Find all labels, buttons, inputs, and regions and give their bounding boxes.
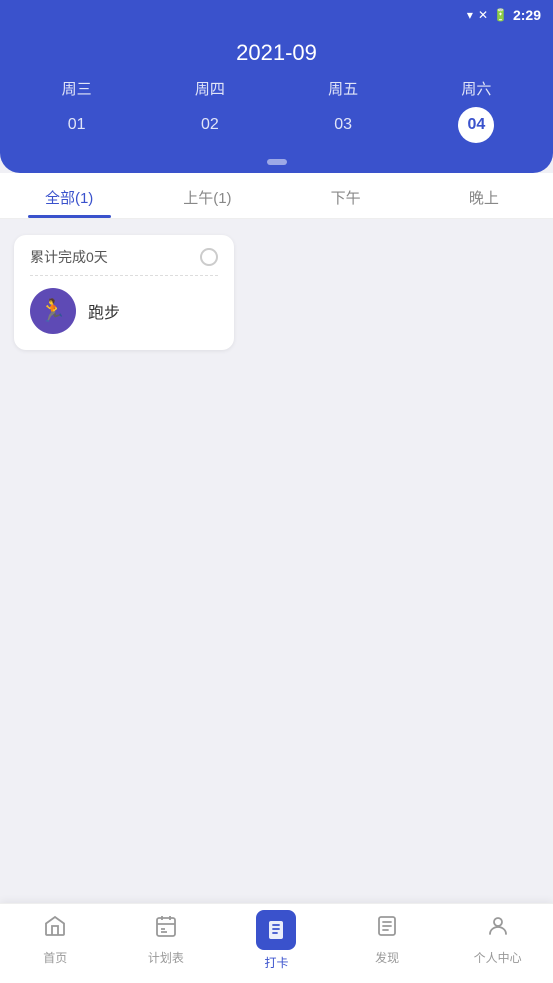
nav-label-punch: 打卡: [264, 954, 288, 971]
profile-icon: [486, 914, 510, 945]
nav-label-discover: 发现: [375, 949, 399, 966]
activity-card: 累计完成0天 🏃 跑步: [14, 235, 234, 350]
header-indicator: [0, 159, 553, 173]
tabs-container: 全部(1)上午(1)下午晚上: [0, 173, 553, 219]
punch-icon-bg: [256, 910, 296, 950]
bottom-nav: 首页 计划表 打卡 发现: [0, 903, 553, 983]
activity-name: 跑步: [88, 299, 120, 323]
calendar-day-03[interactable]: 周五 03: [313, 78, 373, 159]
day-num: 04: [458, 107, 494, 143]
day-num: 03: [325, 107, 361, 143]
status-icons: ▾ ✕ 🔋 2:29: [467, 7, 541, 23]
card-title: 累计完成0天: [30, 247, 108, 267]
calendar-day-01[interactable]: 周三 01: [47, 78, 107, 159]
day-name: 周四: [195, 78, 225, 99]
day-name: 周六: [461, 78, 491, 99]
tab-afternoon[interactable]: 下午: [277, 173, 415, 218]
header: 2021-09 周三 01 周四 02 周五 03 周六 04: [0, 30, 553, 173]
card-check[interactable]: [200, 248, 218, 266]
tab-all[interactable]: 全部(1): [0, 173, 138, 218]
nav-label-profile: 个人中心: [474, 949, 522, 966]
nav-item-plan[interactable]: 计划表: [111, 914, 222, 966]
calendar-day-02[interactable]: 周四 02: [180, 78, 240, 159]
discover-icon: [375, 914, 399, 945]
status-time: 2:29: [513, 7, 541, 23]
main-content: 累计完成0天 🏃 跑步: [0, 219, 553, 366]
status-bar: ▾ ✕ 🔋 2:29: [0, 0, 553, 30]
card-activity: 🏃 跑步: [30, 288, 218, 334]
day-name: 周三: [62, 78, 92, 99]
home-icon: [43, 914, 67, 945]
header-month: 2021-09: [0, 40, 553, 78]
calendar-week: 周三 01 周四 02 周五 03 周六 04: [0, 78, 553, 159]
tab-evening[interactable]: 晚上: [415, 173, 553, 218]
nav-item-home[interactable]: 首页: [0, 914, 111, 966]
nav-label-home: 首页: [43, 949, 67, 966]
running-icon: 🏃: [39, 298, 66, 324]
tab-morning[interactable]: 上午(1): [138, 173, 276, 218]
calendar-day-04[interactable]: 周六 04: [446, 78, 506, 159]
card-header: 累计完成0天: [30, 247, 218, 276]
nav-item-punch[interactable]: 打卡: [221, 914, 332, 971]
day-name: 周五: [328, 78, 358, 99]
activity-icon: 🏃: [30, 288, 76, 334]
indicator-dot: [267, 159, 287, 165]
nav-label-plan: 计划表: [148, 949, 184, 966]
nav-item-discover[interactable]: 发现: [332, 914, 443, 966]
signal-icon: ✕: [478, 8, 488, 22]
day-num: 01: [59, 107, 95, 143]
day-num: 02: [192, 107, 228, 143]
battery-icon: 🔋: [493, 8, 508, 22]
plan-icon: [154, 914, 178, 945]
wifi-icon: ▾: [467, 8, 473, 22]
nav-item-profile[interactable]: 个人中心: [442, 914, 553, 966]
